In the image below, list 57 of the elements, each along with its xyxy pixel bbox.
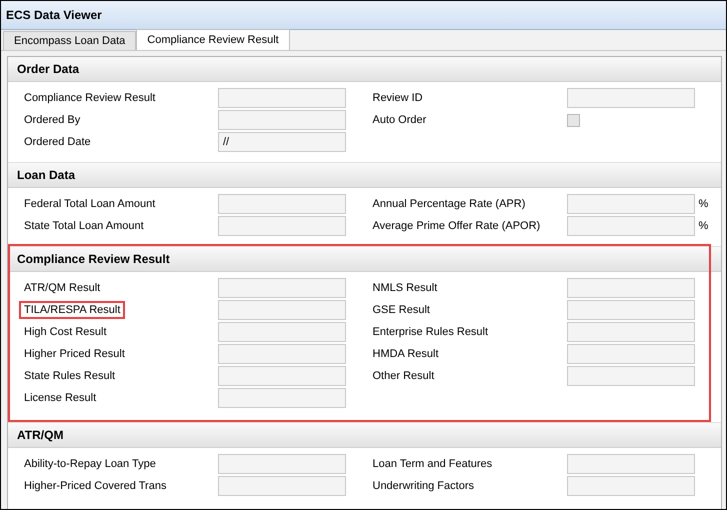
field-label: State Total Loan Amount <box>23 219 145 233</box>
field-label: Underwriting Factors <box>372 479 475 493</box>
field-label: ATR/QM Result <box>23 281 102 295</box>
tab[interactable]: Compliance Review Result <box>136 29 290 50</box>
input-field[interactable] <box>566 366 694 386</box>
input-field[interactable] <box>566 322 694 342</box>
field-label: Other Result <box>372 369 436 383</box>
input-field[interactable] <box>218 194 346 214</box>
input-field[interactable] <box>566 278 694 298</box>
field-label: High Cost Result <box>23 325 108 339</box>
field-label: HMDA Result <box>372 347 440 361</box>
input-field[interactable] <box>218 216 346 236</box>
field-label: Auto Order <box>372 113 428 127</box>
section-title: ATR/QM <box>17 428 64 442</box>
field-label: Loan Term and Features <box>372 457 494 471</box>
field-label: Average Prime Offer Rate (APOR) <box>372 219 542 233</box>
field-label: Annual Percentage Rate (APR) <box>372 197 526 211</box>
input-field[interactable] <box>566 216 694 236</box>
input-field[interactable] <box>218 88 346 108</box>
input-field[interactable] <box>218 278 346 298</box>
field-label: State Rules Result <box>23 369 116 383</box>
field-label: GSE Result <box>372 303 431 317</box>
field-label: Ability-to-Repay Loan Type <box>23 457 157 471</box>
field-label: Ordered By <box>23 113 82 127</box>
input-field[interactable] <box>566 88 694 108</box>
input-field[interactable] <box>218 476 346 496</box>
input-field[interactable] <box>566 300 694 320</box>
section-title: Loan Data <box>17 168 76 182</box>
section-title: Compliance Review Result <box>17 252 170 266</box>
input-field[interactable]: // <box>218 132 346 152</box>
field-label: Federal Total Loan Amount <box>23 197 156 211</box>
field-label: Enterprise Rules Result <box>372 325 490 339</box>
field-label: Higher-Priced Covered Trans <box>23 479 168 493</box>
input-field[interactable] <box>218 110 346 130</box>
unit-label: % <box>698 198 708 210</box>
input-field[interactable] <box>218 300 346 320</box>
input-field[interactable] <box>566 194 694 214</box>
input-field[interactable] <box>566 476 694 496</box>
section-title: Order Data <box>17 62 80 76</box>
field-label: Review ID <box>372 91 424 105</box>
input-field[interactable] <box>566 454 694 474</box>
input-field[interactable] <box>218 322 346 342</box>
field-label: Ordered Date <box>23 135 92 149</box>
unit-label: % <box>698 220 708 232</box>
field-label: TILA/RESPA Result <box>21 303 124 317</box>
checkbox[interactable] <box>566 114 580 126</box>
field-label: License Result <box>23 391 98 405</box>
input-field[interactable] <box>218 454 346 474</box>
input-field[interactable] <box>218 388 346 408</box>
input-field[interactable] <box>566 344 694 364</box>
field-label: Higher Priced Result <box>23 347 126 361</box>
tab[interactable]: Encompass Loan Data <box>3 31 136 50</box>
window-title: ECS Data Viewer <box>6 8 102 22</box>
input-field[interactable] <box>218 366 346 386</box>
input-field[interactable] <box>218 344 346 364</box>
field-label: Compliance Review Result <box>23 91 156 105</box>
field-label: NMLS Result <box>372 281 438 295</box>
